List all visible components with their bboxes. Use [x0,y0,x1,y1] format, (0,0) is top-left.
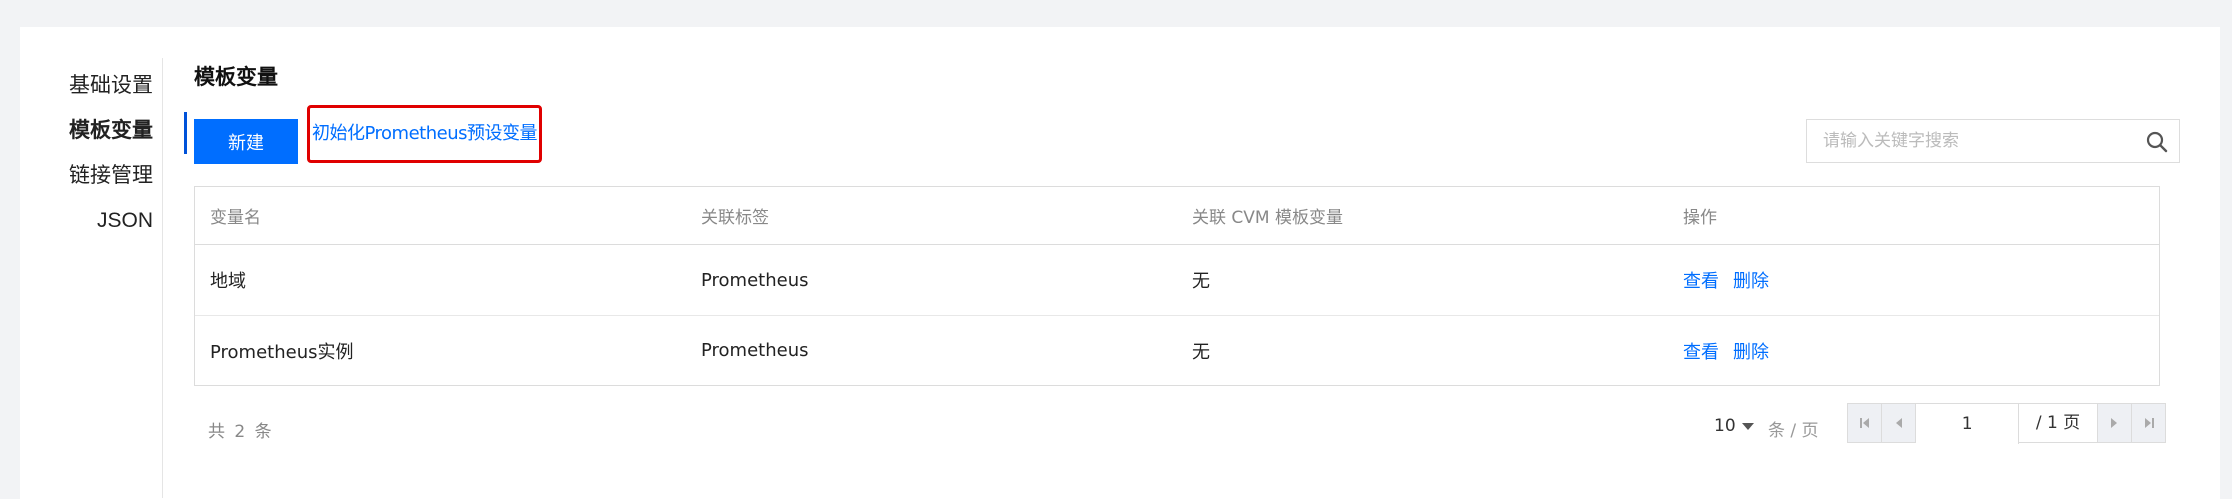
cell-cvm: 无 [1192,271,1210,292]
main-content: 模板变量 新建 初始化Prometheus预设变量 变量名 关联标签 关联 CV… [194,27,2220,499]
first-page-button[interactable] [1848,404,1883,442]
new-button[interactable]: 新建 [194,119,298,164]
pager: / 1 页 [1847,403,2166,444]
last-page-icon [2144,418,2154,428]
prev-page-icon [1895,418,1902,428]
delete-link[interactable]: 删除 [1733,267,1769,293]
view-link[interactable]: 查看 [1683,267,1719,293]
nav-item-json[interactable]: JSON [20,198,165,243]
nav-item-template-variables[interactable]: 模板变量 [20,108,187,154]
cell-actions: 查看 删除 [1683,316,1783,385]
page-number-input[interactable] [1916,404,2020,444]
highlight-box: 初始化Prometheus预设变量 [307,105,542,163]
side-nav: 基础设置 模板变量 链接管理 JSON [20,63,187,243]
first-page-icon [1859,418,1869,428]
column-header-actions: 操作 [1683,208,1717,228]
nav-item-link-management[interactable]: 链接管理 [20,153,165,198]
nav-divider [162,58,163,498]
search-icon[interactable] [2145,130,2169,154]
caret-down-icon [1741,422,1754,430]
cell-actions: 查看 删除 [1683,245,1783,315]
per-page-label: 条 / 页 [1768,421,1819,441]
column-header-cvm: 关联 CVM 模板变量 [1192,208,1343,228]
search-input[interactable] [1821,120,2145,162]
total-count: 共 2 条 [208,422,274,442]
column-header-name: 变量名 [210,208,261,228]
settings-card: 基础设置 模板变量 链接管理 JSON 模板变量 新建 初始化Prometheu… [20,27,2220,499]
delete-link[interactable]: 删除 [1733,338,1769,364]
table-row: 地域 Prometheus 无 查看 删除 [195,245,2159,316]
next-page-icon [2111,418,2118,428]
prev-page-button[interactable] [1882,404,1917,442]
cell-tag: Prometheus [701,340,809,361]
nav-item-basic-settings[interactable]: 基础设置 [20,63,165,108]
cell-cvm: 无 [1192,341,1210,363]
cell-tag: Prometheus [701,269,809,291]
init-prometheus-variables-link[interactable]: 初始化Prometheus预设变量 [310,108,539,160]
table-row: Prometheus实例 Prometheus 无 查看 删除 [195,316,2159,385]
last-page-button[interactable] [2130,404,2166,442]
total-pages: / 1 页 [2035,413,2081,433]
page-size-value: 10 [1714,416,1736,436]
view-link[interactable]: 查看 [1683,338,1719,364]
column-header-tag: 关联标签 [701,208,769,228]
cell-variable-name: Prometheus实例 [210,341,354,363]
search-box [1806,119,2180,163]
page-title: 模板变量 [194,65,278,89]
table-header: 变量名 关联标签 关联 CVM 模板变量 操作 [195,187,2159,245]
variables-table: 变量名 关联标签 关联 CVM 模板变量 操作 地域 Prometheus 无 … [194,186,2160,386]
next-page-button[interactable] [2096,404,2131,442]
page-size-select[interactable]: 10 [1714,416,1754,436]
cell-variable-name: 地域 [210,271,246,292]
